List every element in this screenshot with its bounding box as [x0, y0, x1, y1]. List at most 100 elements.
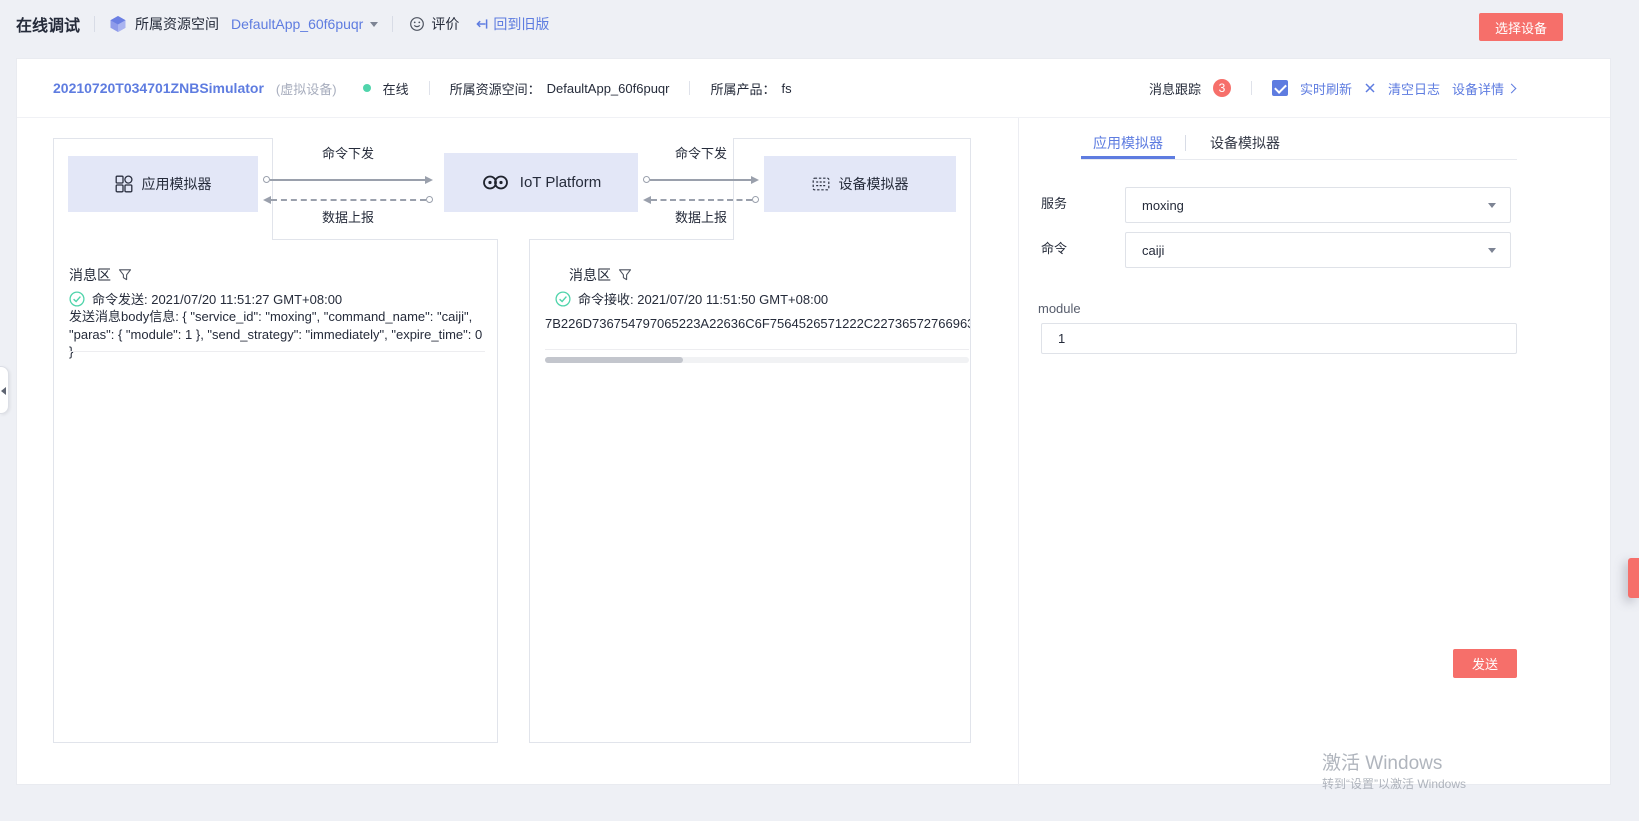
realtime-refresh-checkbox[interactable] — [1272, 80, 1288, 96]
data-up-label-right: 数据上报 — [643, 207, 759, 226]
arrowhead-right-icon — [751, 176, 759, 184]
app-simulator-box-label: 应用模拟器 — [142, 174, 212, 194]
arrowhead-left-icon — [263, 196, 271, 204]
resource-space-dropdown[interactable]: DefaultApp_60f6puqr — [231, 16, 378, 32]
device-message-entry-header: 命令接收: 2021/07/20 11:51:50 GMT+08:00 — [555, 289, 828, 308]
app-message-entry-header: 命令发送: 2021/07/20 11:51:27 GMT+08:00 — [69, 289, 342, 308]
app-simulator-box: 应用模拟器 — [68, 156, 258, 212]
smiley-icon — [409, 16, 425, 32]
arrow-origin-dot — [643, 176, 650, 183]
main-card: 20210720T034701ZNBSimulator (虚拟设备) 在线 所属… — [16, 58, 1611, 785]
resource-space-cube-icon — [109, 15, 127, 33]
data-up-label-left: 数据上报 — [263, 207, 433, 226]
windows-activation-watermark-line2: 转到“设置”以激活 Windows — [1322, 775, 1466, 792]
back-to-old-label[interactable]: 回到旧版 — [493, 14, 549, 34]
space-label: 所属资源空间： — [450, 79, 541, 98]
collapse-left-triangle-icon — [1, 387, 6, 395]
page-title: 在线调试 — [16, 12, 80, 36]
resource-space-value[interactable]: DefaultApp_60f6puqr — [231, 16, 363, 32]
divider — [429, 81, 430, 95]
divider — [94, 16, 95, 32]
chevron-down-icon — [1488, 248, 1496, 253]
filter-funnel-icon[interactable] — [118, 268, 132, 282]
device-header-right: 消息跟踪 3 实时刷新 清空日志 设备详情 — [1149, 79, 1515, 98]
device-message-entry-title: 命令接收: 2021/07/20 11:51:50 GMT+08:00 — [578, 289, 828, 308]
divider — [1251, 81, 1252, 95]
message-trace-badge: 3 — [1213, 79, 1231, 97]
iot-platform-logo-icon — [481, 174, 511, 191]
arrow-origin-dot — [263, 176, 270, 183]
service-select[interactable]: moxing — [1125, 187, 1511, 223]
command-down-label-left: 命令下发 — [263, 143, 433, 162]
clear-log-button[interactable]: 清空日志 — [1388, 79, 1440, 98]
panel-divider — [1018, 118, 1019, 786]
device-simulator-box-label: 设备模拟器 — [839, 174, 909, 194]
resource-space-label: 所属资源空间 — [135, 14, 219, 34]
app-grid-icon — [115, 175, 133, 193]
chevron-down-icon — [1488, 203, 1496, 208]
arrowhead-right-icon — [425, 176, 433, 184]
device-message-area-title: 消息区 — [569, 265, 611, 285]
device-detail-link[interactable]: 设备详情 — [1452, 79, 1515, 98]
command-down-arrow-left — [263, 175, 433, 184]
online-status-label: 在线 — [383, 79, 409, 98]
device-message-area-title-row: 消息区 — [569, 265, 632, 285]
device-header-left: 20210720T034701ZNBSimulator (虚拟设备) 在线 所属… — [53, 79, 792, 98]
iot-platform-box: IoT Platform — [444, 153, 638, 212]
arrow-origin-dot — [752, 196, 759, 203]
app-message-entry-body: 发送消息body信息: { "service_id": "moxing", "c… — [69, 308, 487, 361]
space-value: DefaultApp_60f6puqr — [547, 81, 670, 96]
message-divider — [545, 349, 969, 350]
service-label: 服务 — [1041, 193, 1067, 212]
send-button[interactable]: 发送 — [1453, 649, 1517, 678]
app-message-entry-title: 命令发送: 2021/07/20 11:51:27 GMT+08:00 — [92, 289, 342, 308]
tab-device-simulator[interactable]: 设备模拟器 — [1197, 126, 1293, 159]
device-list-icon — [812, 175, 830, 193]
data-up-arrow-right — [643, 195, 759, 204]
message-trace-label[interactable]: 消息跟踪 — [1149, 79, 1201, 98]
arrow-origin-dot — [426, 196, 433, 203]
arrow-line — [270, 179, 425, 181]
command-down-arrow-right — [643, 175, 759, 184]
module-param-input[interactable] — [1041, 323, 1517, 354]
return-arrow-icon — [475, 17, 489, 31]
rate-label[interactable]: 评价 — [431, 14, 459, 34]
device-message-entry-body: 7B226D736754797065223A22636C6F7564526571… — [545, 315, 970, 333]
command-down-label-right: 命令下发 — [643, 143, 759, 162]
arrowhead-left-icon — [643, 196, 651, 204]
filter-funnel-icon[interactable] — [618, 268, 632, 282]
horizontal-scrollbar-thumb[interactable] — [545, 357, 683, 363]
divider — [1185, 135, 1186, 151]
app-message-area-title: 消息区 — [69, 265, 111, 285]
screen: 在线调试 所属资源空间 DefaultApp_60f6puqr — [0, 0, 1639, 821]
product-label: 所属产品： — [710, 79, 775, 98]
success-check-icon — [69, 291, 85, 307]
back-to-old-link[interactable]: 回到旧版 — [475, 14, 549, 34]
arrow-dashed-line — [651, 199, 752, 201]
service-select-value: moxing — [1142, 198, 1184, 213]
select-device-button[interactable]: 选择设备 — [1479, 13, 1563, 41]
tabbar-line — [1081, 159, 1517, 160]
topbar: 在线调试 所属资源空间 DefaultApp_60f6puqr — [0, 0, 1639, 48]
device-name-link[interactable]: 20210720T034701ZNBSimulator — [53, 80, 264, 96]
divider — [392, 16, 393, 32]
app-message-area-title-row: 消息区 — [69, 265, 132, 285]
realtime-refresh-label[interactable]: 实时刷新 — [1300, 79, 1352, 98]
rate-button[interactable]: 评价 — [409, 14, 459, 34]
divider — [689, 81, 690, 95]
arrow-dashed-line — [271, 199, 426, 201]
command-select-value: caiji — [1142, 243, 1164, 258]
product-value: fs — [782, 81, 792, 96]
success-check-icon — [555, 291, 571, 307]
tab-app-simulator[interactable]: 应用模拟器 — [1081, 126, 1175, 159]
close-icon[interactable] — [1364, 82, 1376, 94]
command-label: 命令 — [1041, 238, 1067, 257]
online-status-dot — [363, 84, 371, 92]
command-select[interactable]: caiji — [1125, 232, 1511, 268]
sidebar-collapse-handle[interactable] — [0, 366, 9, 414]
device-detail-label[interactable]: 设备详情 — [1452, 79, 1504, 98]
feedback-edge-tab[interactable] — [1628, 558, 1639, 598]
device-simulator-box: 设备模拟器 — [764, 156, 956, 212]
chevron-right-icon — [1507, 83, 1517, 93]
data-up-arrow-left — [263, 195, 433, 204]
